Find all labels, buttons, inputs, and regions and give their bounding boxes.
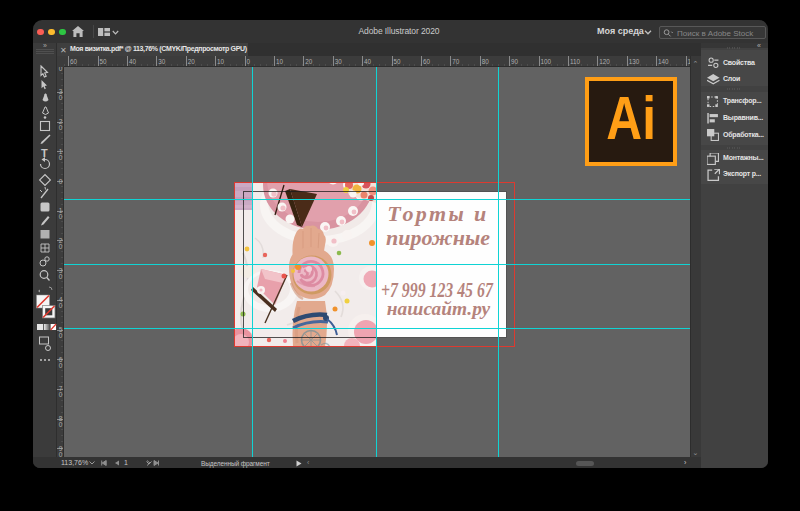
svg-text:T: T (41, 147, 48, 159)
